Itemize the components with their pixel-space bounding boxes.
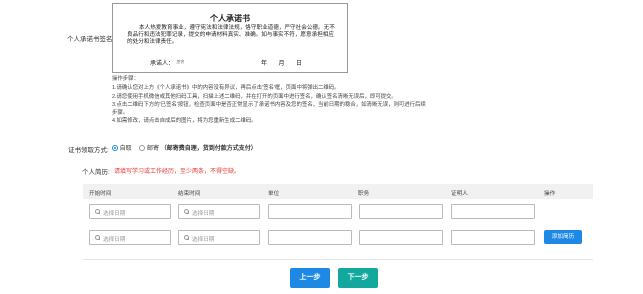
promise-signer-label: 承诺人： [150,61,175,67]
date-placeholder: 选择日期 [192,237,215,243]
step-item: 2.请您使用手机微信或其他扫码工具，扫描上述二维码，并在打开的页面中进行签名，确… [112,93,397,100]
col-position: 职务 [358,191,370,197]
promise-body: 本人热爱教育事业，遵守宪法和法律法规，恪守职业道德，严守社会公德。无不良品行和违… [127,25,335,46]
clock-icon [184,209,189,214]
operation-steps: 操作步骤： 1.请确认您对上方《个人承诺书》中的内容没有异议，再后点击'签名'框… [112,75,512,126]
step-item: 1.请确认您对上方《个人承诺书》中的内容没有异议，再后点击'签名'框，页面中将弹… [112,85,340,92]
prev-step-button[interactable]: 上一步 [290,268,330,288]
add-resume-button[interactable]: 添加简历 [544,230,582,244]
clock-icon [95,235,100,240]
resume-label: 个人简历: [82,169,110,176]
resume-hint: 请填写学习或工作经历，至少两条，不得空缺。 [114,169,241,175]
radio-self-pickup[interactable] [112,145,118,152]
radio-mail-label: 邮寄 [147,146,160,152]
promise-date-label: 年 月 日 [261,61,303,67]
steps-title: 操作步骤： [112,76,139,82]
date-placeholder: 选择日期 [103,211,126,217]
promise-title: 个人承诺书 [210,14,250,23]
clock-icon [184,235,189,240]
start-date-picker[interactable]: 选择日期 [89,230,171,245]
promise-document[interactable]: 个人承诺书 本人热爱教育事业，遵守宪法和法律法规，恪守职业道德，严守社会公德。无… [112,3,348,73]
position-input[interactable] [359,230,443,245]
resume-table-header: 开始时间 结束时间 单位 职务 证明人 操作 [83,184,593,200]
col-start-time: 开始时间 [89,191,112,197]
promise-signature-label: 个人承诺书签名: [67,36,115,43]
clock-icon [95,209,100,214]
step-item: 步骤。 [112,110,129,117]
end-date-picker[interactable]: 选择日期 [178,204,260,219]
referee-input[interactable] [451,204,535,219]
mail-fee-note: （邮寄费自理，货到付款方式支付） [160,146,257,152]
col-referee: 证明人 [451,191,468,197]
position-input[interactable] [359,204,443,219]
step-item: 3.点击二维码下方的'已签名'按钮，检查页面中是否正常显示了承诺书内容及您的签名… [112,101,426,108]
step-item: 4.如需修改，请点击自成后的图片，将为您重新生成二维码。 [112,118,257,125]
company-input[interactable] [268,230,352,245]
radio-self-pickup-label: 自取 [119,146,132,152]
company-input[interactable] [268,204,352,219]
signature-image[interactable]: 签名 [176,59,184,65]
col-end-time: 结束时间 [178,191,201,197]
table-row: 选择日期 选择日期 添加简历 [83,229,593,260]
date-placeholder: 选择日期 [103,237,126,243]
radio-mail[interactable] [139,145,146,152]
referee-input[interactable] [451,230,535,245]
cert-method-label: 证书领取方式: [68,147,109,154]
next-step-button[interactable]: 下一步 [338,268,378,288]
cert-method-group: 自取 邮寄 （邮寄费自理，货到付款方式支付） [112,143,257,152]
col-action: 操作 [544,191,556,197]
date-placeholder: 选择日期 [192,211,215,217]
col-company: 单位 [268,191,280,197]
end-date-picker[interactable]: 选择日期 [178,230,260,245]
table-row: 选择日期 选择日期 [83,199,593,230]
start-date-picker[interactable]: 选择日期 [89,204,171,219]
